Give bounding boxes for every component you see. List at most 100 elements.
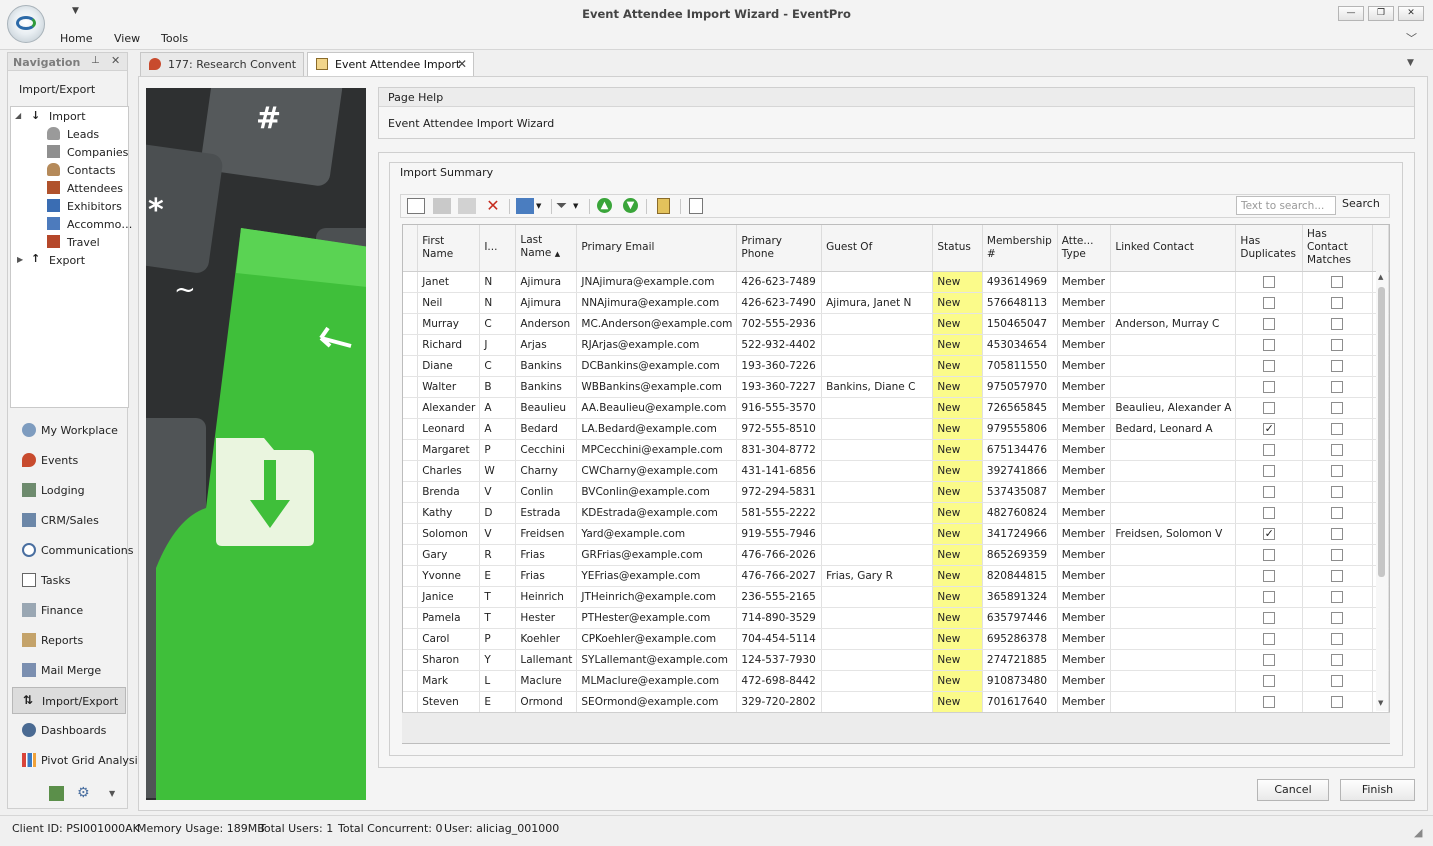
copy-icon[interactable] bbox=[516, 198, 534, 214]
tab-research-convention[interactable]: 177: Research Convent bbox=[140, 52, 304, 76]
nav-button-my-workplace[interactable]: My Workplace bbox=[12, 417, 126, 444]
table-row[interactable]: Janice T Heinrich JTHeinrich@example.com 236… bbox=[403, 586, 1389, 608]
table-row[interactable]: Steven E Ormond SEOrmond@example.com 329-720… bbox=[403, 691, 1389, 713]
configure-dropdown-icon[interactable]: ▼ bbox=[109, 789, 115, 798]
cell-attendee-type[interactable]: Member bbox=[1057, 691, 1112, 713]
tree-item-export[interactable]: Export bbox=[49, 254, 85, 267]
column-header-first-name[interactable]: First Name bbox=[417, 225, 481, 272]
column-header-status[interactable]: Status bbox=[932, 225, 983, 272]
cell-attendee-type[interactable]: Member bbox=[1057, 439, 1112, 461]
cell-first-name[interactable]: Richard bbox=[417, 334, 481, 356]
cell-primary-phone[interactable]: 704-454-5114 bbox=[736, 628, 823, 650]
cell-linked-contact[interactable] bbox=[1110, 586, 1237, 608]
cell-linked-contact[interactable]: Beaulieu, Alexander A bbox=[1110, 397, 1237, 419]
cell-first-name[interactable]: Carol bbox=[417, 628, 481, 650]
cell-linked-contact[interactable] bbox=[1110, 439, 1237, 461]
cell-status[interactable]: New bbox=[932, 544, 983, 566]
cell-first-name[interactable]: Walter bbox=[417, 376, 481, 398]
nav-button-finance[interactable]: Finance bbox=[12, 597, 126, 624]
cell-initial[interactable]: N bbox=[479, 271, 517, 293]
cell-membership[interactable]: 274721885 bbox=[982, 649, 1058, 671]
cell-last-name[interactable]: Frias bbox=[515, 565, 578, 587]
cell-membership[interactable]: 910873480 bbox=[982, 670, 1058, 692]
cell-primary-email[interactable]: PTHester@example.com bbox=[576, 607, 738, 629]
has-contact-matches-checkbox[interactable] bbox=[1331, 548, 1344, 561]
finish-button[interactable]: Finish bbox=[1340, 779, 1415, 801]
cell-primary-email[interactable]: CWCharny@example.com bbox=[576, 460, 738, 482]
cell-primary-phone[interactable]: 426-623-7490 bbox=[736, 292, 823, 314]
cell-primary-email[interactable]: MLMaclure@example.com bbox=[576, 670, 738, 692]
has-contact-matches-checkbox[interactable] bbox=[1331, 569, 1344, 582]
cell-attendee-type[interactable]: Member bbox=[1057, 502, 1112, 524]
cell-status[interactable]: New bbox=[932, 355, 983, 377]
pin-icon[interactable]: ⊥ bbox=[91, 55, 100, 66]
has-contact-matches-checkbox[interactable] bbox=[1331, 401, 1344, 414]
cell-primary-email[interactable]: CPKoehler@example.com bbox=[576, 628, 738, 650]
cell-first-name[interactable]: Mark bbox=[417, 670, 481, 692]
has-contact-matches-checkbox[interactable] bbox=[1331, 359, 1344, 372]
cell-primary-email[interactable]: JTHeinrich@example.com bbox=[576, 586, 738, 608]
tree-item-companies[interactable]: Companies bbox=[67, 146, 128, 159]
cell-membership[interactable]: 726565845 bbox=[982, 397, 1058, 419]
row-indicator[interactable] bbox=[403, 523, 419, 545]
cell-guest-of[interactable] bbox=[821, 670, 934, 692]
cell-membership[interactable]: 150465047 bbox=[982, 313, 1058, 335]
cell-primary-email[interactable]: SYLallemant@example.com bbox=[576, 649, 738, 671]
has-duplicates-checkbox[interactable] bbox=[1263, 443, 1276, 456]
cell-initial[interactable]: L bbox=[479, 670, 517, 692]
cell-primary-email[interactable]: RJArjas@example.com bbox=[576, 334, 738, 356]
nav-button-lodging[interactable]: Lodging bbox=[12, 477, 126, 504]
cell-status[interactable]: New bbox=[932, 628, 983, 650]
cell-guest-of[interactable] bbox=[821, 628, 934, 650]
cell-initial[interactable]: D bbox=[479, 502, 517, 524]
cell-guest-of[interactable] bbox=[821, 460, 934, 482]
has-contact-matches-checkbox[interactable] bbox=[1331, 443, 1344, 456]
cell-primary-phone[interactable]: 476-766-2027 bbox=[736, 565, 823, 587]
has-duplicates-checkbox[interactable] bbox=[1263, 674, 1276, 687]
cell-first-name[interactable]: Murray bbox=[417, 313, 481, 335]
has-contact-matches-checkbox[interactable] bbox=[1331, 590, 1344, 603]
cell-first-name[interactable]: Steven bbox=[417, 691, 481, 713]
collapse-toggle-icon[interactable]: ▶ bbox=[17, 255, 23, 264]
cell-membership[interactable]: 537435087 bbox=[982, 481, 1058, 503]
cell-primary-phone[interactable]: 714-890-3529 bbox=[736, 607, 823, 629]
cell-primary-email[interactable]: MC.Anderson@example.com bbox=[576, 313, 738, 335]
cell-last-name[interactable]: Frias bbox=[515, 544, 578, 566]
email-icon[interactable] bbox=[433, 198, 451, 214]
cell-primary-phone[interactable]: 972-294-5831 bbox=[736, 481, 823, 503]
cell-attendee-type[interactable]: Member bbox=[1057, 670, 1112, 692]
cell-initial[interactable]: J bbox=[479, 334, 517, 356]
nav-button-mail-merge[interactable]: Mail Merge bbox=[12, 657, 126, 684]
cell-linked-contact[interactable] bbox=[1110, 376, 1237, 398]
cell-attendee-type[interactable]: Member bbox=[1057, 397, 1112, 419]
cell-initial[interactable]: C bbox=[479, 313, 517, 335]
cell-guest-of[interactable] bbox=[821, 355, 934, 377]
cell-status[interactable]: New bbox=[932, 523, 983, 545]
expand-toggle-icon[interactable]: ◢ bbox=[15, 111, 21, 120]
row-indicator[interactable] bbox=[403, 691, 419, 713]
cell-primary-email[interactable]: LA.Bedard@example.com bbox=[576, 418, 738, 440]
has-duplicates-checkbox[interactable] bbox=[1263, 590, 1276, 603]
cell-last-name[interactable]: Beaulieu bbox=[515, 397, 578, 419]
cell-guest-of[interactable]: Frias, Gary R bbox=[821, 565, 934, 587]
has-duplicates-checkbox[interactable] bbox=[1263, 317, 1276, 330]
cell-attendee-type[interactable]: Member bbox=[1057, 586, 1112, 608]
cell-primary-email[interactable]: KDEstrada@example.com bbox=[576, 502, 738, 524]
has-duplicates-checkbox[interactable] bbox=[1263, 506, 1276, 519]
cell-last-name[interactable]: Cecchini bbox=[515, 439, 578, 461]
cell-membership[interactable]: 695286378 bbox=[982, 628, 1058, 650]
cell-attendee-type[interactable]: Member bbox=[1057, 376, 1112, 398]
cell-status[interactable]: New bbox=[932, 439, 983, 461]
cell-linked-contact[interactable]: Freidsen, Solomon V bbox=[1110, 523, 1237, 545]
table-row[interactable]: Diane C Bankins DCBankins@example.com 193-36… bbox=[403, 355, 1389, 377]
has-duplicates-checkbox[interactable] bbox=[1263, 338, 1276, 351]
cell-status[interactable]: New bbox=[932, 649, 983, 671]
nav-button-reports[interactable]: Reports bbox=[12, 627, 126, 654]
table-row[interactable]: Margaret P Cecchini MPCecchini@example.com 8… bbox=[403, 439, 1389, 461]
cell-membership[interactable]: 865269359 bbox=[982, 544, 1058, 566]
has-contact-matches-checkbox[interactable] bbox=[1331, 317, 1344, 330]
cell-status[interactable]: New bbox=[932, 502, 983, 524]
has-contact-matches-checkbox[interactable] bbox=[1331, 464, 1344, 477]
cell-linked-contact[interactable] bbox=[1110, 355, 1237, 377]
close-window-button[interactable]: ✕ bbox=[1398, 6, 1424, 21]
